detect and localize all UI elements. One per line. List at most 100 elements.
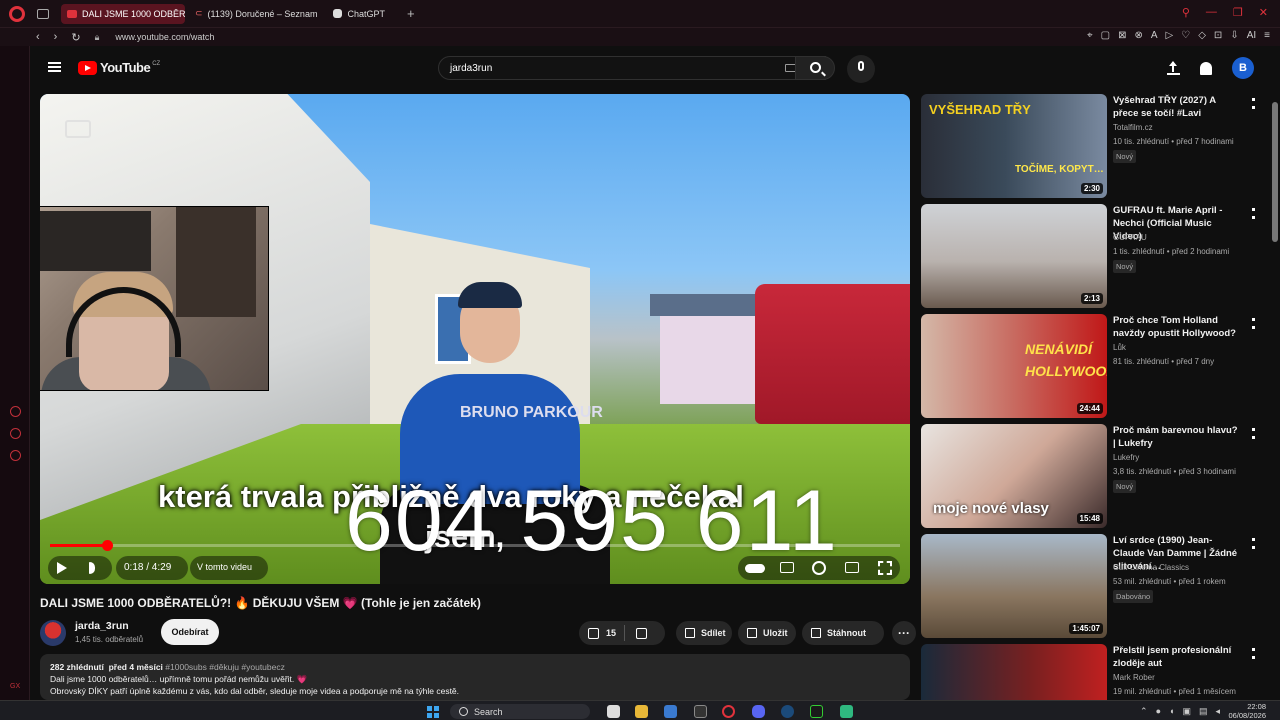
channel-avatar[interactable] <box>40 620 66 646</box>
url-field[interactable]: www.youtube.com/watch <box>115 32 214 42</box>
ai-icon[interactable]: AI <box>1247 30 1256 41</box>
download-icon[interactable]: ⇩ <box>1230 30 1238 41</box>
account-avatar[interactable]: B <box>1232 57 1254 79</box>
settings-gear-icon[interactable] <box>812 561 826 575</box>
in-this-video-button[interactable]: V tomto videu <box>197 562 252 572</box>
volume-tray-icon[interactable]: ◂ <box>1215 706 1220 717</box>
reload-icon[interactable]: ↻ <box>71 31 80 44</box>
video-thumbnail[interactable] <box>921 644 1107 700</box>
pin-icon[interactable]: ⌖ <box>1087 30 1093 41</box>
discord-icon[interactable] <box>752 705 765 718</box>
store-icon[interactable] <box>664 705 677 718</box>
recommendation-channel[interactable]: Totalfilm.cz <box>1113 123 1153 132</box>
search-input[interactable]: jarda3run ✕ <box>438 56 826 80</box>
recommendation-title[interactable]: Proč chce Tom Holland navždy opustit Hol… <box>1113 314 1241 340</box>
recommendation-item[interactable]: NENÁVIDÍ HOLLYWOOD 24:44 Proč chce Tom H… <box>921 314 1261 420</box>
video-player[interactable]: BRUNO PARKOUR která trvala přibližně dva… <box>40 94 910 584</box>
search-button[interactable] <box>795 56 835 80</box>
recommendation-channel[interactable]: GUFRAU <box>1113 233 1147 242</box>
opera-gx-taskbar-icon[interactable] <box>722 705 735 718</box>
heart-icon[interactable]: ♡ <box>1181 30 1190 41</box>
lock-icon[interactable]: 🔒︎ <box>95 32 100 43</box>
more-options-icon[interactable] <box>1252 538 1255 549</box>
minimize-icon[interactable]: — <box>1206 6 1217 19</box>
app-icon[interactable] <box>810 705 823 718</box>
voice-search-button[interactable] <box>847 55 875 83</box>
recommendation-channel[interactable]: Cult Cinema Classics <box>1113 563 1189 572</box>
close-window-icon[interactable]: ✕ <box>1259 6 1268 19</box>
translate-icon[interactable]: A <box>1151 30 1158 41</box>
more-actions-button[interactable]: ··· <box>892 621 916 645</box>
share-button[interactable]: Sdílet <box>676 621 732 645</box>
settings-icon[interactable] <box>10 450 21 461</box>
recommendation-item[interactable]: 1:45:07 Lví srdce (1990) Jean-Claude Van… <box>921 534 1261 640</box>
chat-app-icon[interactable] <box>840 705 853 718</box>
more-options-icon[interactable] <box>1252 428 1255 439</box>
file-explorer-icon[interactable] <box>635 705 648 718</box>
autoplay-toggle[interactable] <box>745 564 765 573</box>
new-tab-button[interactable]: + <box>407 6 415 21</box>
menu-icon[interactable]: ≡ <box>1264 30 1270 41</box>
screenshot-icon[interactable]: ▢ <box>1101 30 1110 41</box>
microphone-tray-icon[interactable]: ● <box>1156 706 1161 717</box>
subtitles-icon[interactable] <box>780 562 794 573</box>
windows-start-icon[interactable] <box>427 706 439 718</box>
subscribe-button[interactable]: Odebírat <box>161 619 219 645</box>
steam-icon[interactable] <box>781 705 794 718</box>
progress-scrubber[interactable] <box>101 540 113 551</box>
headset-tray-icon[interactable]: ◖ <box>1169 706 1174 717</box>
play-icon[interactable]: ▷ <box>1166 30 1174 41</box>
epic-games-icon[interactable] <box>694 705 707 718</box>
recommendation-item[interactable]: moje nové vlasy 15:48 Proč mám barevnou … <box>921 424 1261 530</box>
search-tabs-icon[interactable]: ⚲ <box>1182 6 1190 19</box>
save-button[interactable]: Uložit <box>738 621 796 645</box>
chevron-up-icon[interactable]: ⌃ <box>1140 706 1148 717</box>
notifications-bell-icon[interactable] <box>1200 61 1212 75</box>
hashtags[interactable]: #1000subs #děkuju #youtubecz <box>165 662 285 672</box>
gx-icon[interactable]: GX <box>10 683 20 690</box>
tab-chatgpt[interactable]: ChatGPT <box>327 4 391 24</box>
recommendation-channel[interactable]: Lůk <box>1113 343 1126 352</box>
upload-icon[interactable] <box>1167 61 1180 75</box>
play-icon[interactable] <box>57 562 67 574</box>
tab-menu-icon[interactable] <box>37 8 49 19</box>
recommendation-item[interactable]: VYŠEHRAD TŘY TOČÍME, KOPYT… 2:30 Vyšehra… <box>921 94 1261 200</box>
forward-icon[interactable]: › <box>54 31 58 44</box>
more-options-icon[interactable] <box>1252 208 1255 219</box>
opera-logo-icon[interactable] <box>9 5 25 22</box>
snapshot-icon[interactable]: ⊡ <box>1214 30 1222 41</box>
clock[interactable]: 22:08 06/08/2026 <box>1228 702 1266 720</box>
maximize-icon[interactable]: ❐ <box>1233 6 1243 19</box>
task-view-icon[interactable] <box>607 705 620 718</box>
extensions-icon[interactable]: ◇ <box>1198 30 1206 41</box>
history-icon[interactable] <box>10 406 21 417</box>
miniplayer-icon[interactable] <box>845 562 859 573</box>
description-box[interactable]: 282 zhlédnutí před 4 měsíci #1000subs #d… <box>40 654 910 700</box>
recommendation-item[interactable]: Přelstil jsem profesionální zloděje aut … <box>921 644 1261 700</box>
taskbar-search[interactable]: Search <box>450 704 590 719</box>
fullscreen-icon[interactable] <box>878 561 892 575</box>
pinboard-icon[interactable] <box>10 428 21 439</box>
recommendation-title[interactable]: Přelstil jsem profesionální zloděje aut <box>1113 644 1241 670</box>
back-icon[interactable]: ‹ <box>36 31 40 44</box>
progress-bar[interactable] <box>50 540 900 551</box>
youtube-logo[interactable]: YouTube CZ <box>78 60 160 75</box>
recommendation-channel[interactable]: Mark Rober <box>1113 673 1155 682</box>
video-thumbnail[interactable]: 1:45:07 <box>921 534 1107 638</box>
video-thumbnail[interactable]: moje nové vlasy 15:48 <box>921 424 1107 528</box>
recommendation-title[interactable]: Proč mám barevnou hlavu? | Lukefry <box>1113 424 1241 450</box>
recommendation-item[interactable]: 2:13 GUFRAU ft. Marie April - Nechci (Of… <box>921 204 1261 310</box>
more-options-icon[interactable] <box>1252 318 1255 329</box>
page-scrollbar[interactable] <box>1272 102 1278 242</box>
channel-name[interactable]: jarda_3run <box>75 620 129 632</box>
recommendation-title[interactable]: Vyšehrad TŘY (2027) A přece se točí! #La… <box>1113 94 1241 120</box>
hamburger-menu-icon[interactable] <box>48 62 61 72</box>
tab-youtube[interactable]: DALI JSME 1000 ODBĚRATE <box>61 3 185 24</box>
adblock-icon[interactable]: ⊠ <box>1118 30 1126 41</box>
display-tray-icon[interactable]: ▣ <box>1182 706 1191 717</box>
dislike-icon[interactable] <box>636 627 648 639</box>
network-icon[interactable]: ▤ <box>1199 706 1208 717</box>
video-thumbnail[interactable]: NENÁVIDÍ HOLLYWOOD 24:44 <box>921 314 1107 418</box>
tab-seznam[interactable]: ⊂ (1139) Doručené – Seznam <box>189 4 323 24</box>
more-options-icon[interactable] <box>1252 98 1255 109</box>
